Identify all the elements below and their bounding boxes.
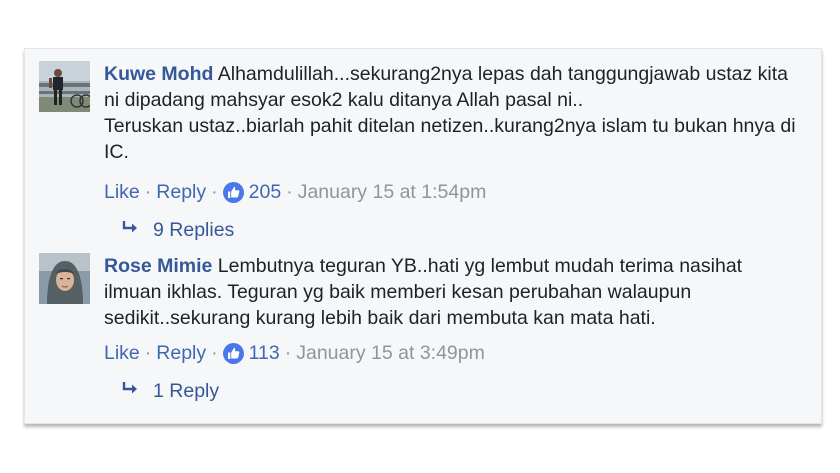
avatar[interactable] <box>39 253 90 304</box>
like-summary[interactable]: 205 <box>222 181 282 204</box>
separator: · <box>286 181 293 203</box>
reply-arrow-icon <box>121 219 139 242</box>
view-replies-link[interactable]: 9 Replies <box>121 219 234 242</box>
separator: · <box>211 342 218 364</box>
avatar[interactable] <box>39 61 90 112</box>
separator: · <box>144 342 152 364</box>
separator: · <box>284 342 292 364</box>
thumbs-up-icon <box>222 182 244 204</box>
separator: · <box>144 181 152 203</box>
reply-link[interactable]: Reply <box>156 342 206 364</box>
reply-arrow-icon <box>121 380 139 403</box>
comment-timestamp[interactable]: January 15 at 1:54pm <box>298 181 487 203</box>
comment-author[interactable]: Kuwe Mohd <box>104 63 213 85</box>
comment-body: Rose Mimie Lembutnya teguran YB..hati yg… <box>104 253 804 331</box>
avatar-photo-icon <box>39 61 90 112</box>
avatar-photo-icon <box>39 253 90 304</box>
replies-count-label: 1 Reply <box>153 380 220 402</box>
comment-body: Kuwe Mohd Alhamdulillah...sekurang2nya l… <box>104 61 804 165</box>
like-count: 113 <box>248 342 280 365</box>
replies-count-label: 9 Replies <box>153 219 235 241</box>
comment-actions: Like · Reply · 113 · January 15 at 3:49pm <box>104 342 485 365</box>
comment-actions: Like · Reply · 205 · January 15 at 1:54pm <box>104 181 486 204</box>
comments-panel: Kuwe Mohd Alhamdulillah...sekurang2nya l… <box>24 48 822 424</box>
reply-link[interactable]: Reply <box>156 181 206 203</box>
like-summary[interactable]: 113 <box>222 342 280 365</box>
comment-timestamp[interactable]: January 15 at 3:49pm <box>296 342 485 364</box>
like-count: 205 <box>248 181 282 204</box>
comment-author[interactable]: Rose Mimie <box>104 255 212 277</box>
like-link[interactable]: Like <box>104 181 140 203</box>
thumbs-up-icon <box>222 343 244 365</box>
separator: · <box>211 181 218 203</box>
like-link[interactable]: Like <box>104 342 140 364</box>
view-replies-link[interactable]: 1 Reply <box>121 380 219 403</box>
